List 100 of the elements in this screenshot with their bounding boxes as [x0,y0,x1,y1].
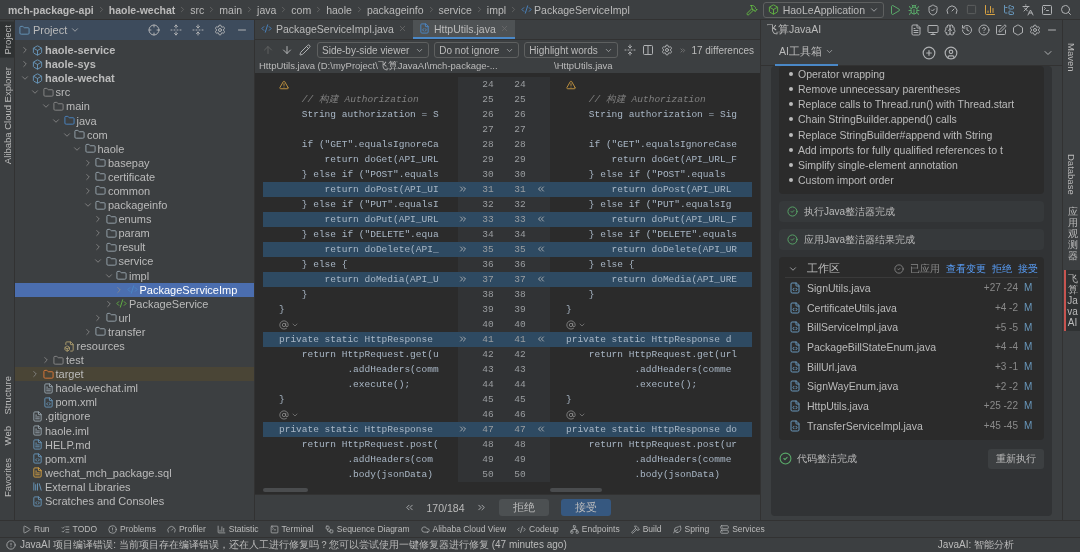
workspace-link[interactable]: 查看变更 [946,261,986,276]
breadcrumb-item[interactable]: com [291,3,312,16]
expand-all-button[interactable] [168,22,184,38]
status-ai-label[interactable]: JavaAI: 智能分析 [937,538,1014,552]
tool-window-tab[interactable]: Structure [0,372,14,418]
brain-icon[interactable] [944,24,956,36]
tree-item[interactable]: wechat_mch_package.sql [15,465,254,480]
tool-window-button[interactable]: Terminal [269,524,314,534]
add-icon[interactable] [921,45,936,60]
help-icon[interactable] [978,24,990,36]
chevrons-right-icon[interactable] [458,183,468,194]
breadcrumb-item[interactable]: mch-package-api [8,3,94,16]
chevrons-right-icon[interactable] [458,333,468,344]
edit-icon[interactable] [995,24,1007,36]
tree-item[interactable]: target [15,367,254,382]
tool-window-tab[interactable]: 应用观测器 [1063,203,1080,265]
tree-item[interactable]: enums [15,212,254,227]
tool-window-button[interactable]: Sequence Diagram [324,524,410,534]
tree-item[interactable]: haole-sys [15,57,254,72]
tree-item[interactable]: resources [15,338,254,354]
tool-window-button[interactable]: Alibaba Cloud View [420,524,507,534]
file-name[interactable]: PackageBillStateEnum.java [807,340,989,353]
tool-window-button[interactable]: Endpoints [569,524,620,534]
tool-window-button[interactable]: Build [630,524,662,534]
breadcrumb-item[interactable]: haole [326,3,352,16]
tool-window-button[interactable]: Codeup [517,524,559,534]
edit-button[interactable] [298,42,312,58]
file-name[interactable]: TransferServiceImpl.java [807,419,978,432]
history-icon[interactable] [961,24,973,36]
breadcrumb-item[interactable]: src [190,3,205,16]
breadcrumb-item[interactable]: packageinfo [366,3,424,16]
editor-tab[interactable]: PackageServiceImpl.java [255,20,413,39]
file-name[interactable]: CertificateUtils.java [807,301,989,314]
reject-button[interactable]: 拒绝 [499,499,550,516]
tree-item[interactable]: haole.iml [15,423,254,438]
settings-button[interactable] [660,42,674,58]
tree-item[interactable]: param [15,226,254,241]
tree-item[interactable]: pom.xml [15,395,254,410]
tree-item[interactable]: common [15,183,254,199]
tool-window-button[interactable]: Services [720,524,765,534]
scrollbar[interactable] [263,488,308,492]
tool-window-button[interactable]: Profiler [166,524,206,534]
tree-item[interactable]: Scratches and Consoles [15,494,254,509]
tree-item[interactable]: pom.xml [15,451,254,466]
breadcrumb-item[interactable]: haole-wechat [108,3,176,16]
tool-window-button[interactable]: TODO [60,524,97,534]
chevrons-left-icon[interactable] [536,423,546,434]
chevrons-right-icon[interactable] [458,243,468,254]
tree-item[interactable]: java [15,113,254,128]
file-name[interactable]: SignUtils.java [807,281,978,294]
tree-item[interactable]: service [15,254,254,269]
breadcrumb-item[interactable]: main [219,3,243,16]
tool-window-tab[interactable]: Alibaba Cloud Explorer [0,63,14,167]
tool-window-tab[interactable]: Favorites [0,454,14,500]
tree-item[interactable]: haole-wechat.iml [15,381,254,396]
tree-item[interactable]: main [15,99,254,114]
breadcrumb-item[interactable]: impl [486,3,507,16]
tree-item[interactable]: External Libraries [15,479,254,494]
tree-item[interactable]: certificate [15,169,254,184]
tool-window-button[interactable]: Statistic [216,524,259,534]
editor-tab[interactable]: HttpUtils.java [412,20,515,39]
file-name[interactable]: HttpUtils.java [807,399,978,412]
tree-item[interactable]: result [15,240,254,255]
locate-button[interactable] [146,22,162,38]
tree-item[interactable]: PackageService [15,296,254,311]
accept-button[interactable]: 接受 [561,499,612,516]
chevrons-left-icon[interactable] [536,273,546,284]
workspace-link[interactable]: 接受 [1018,261,1038,276]
tree-item[interactable]: basepay [15,155,254,170]
tree-item[interactable]: transfer [15,324,254,339]
chevrons-left-icon[interactable] [536,213,546,224]
run-config-dropdown[interactable]: HaoLeApplication [762,1,884,18]
settings-button[interactable] [212,22,228,38]
monitor-icon[interactable] [927,24,939,36]
tool-window-tab[interactable]: Project [0,22,14,58]
chevrons-left-icon[interactable] [536,183,546,194]
avatar-icon[interactable] [943,45,958,60]
tree-item[interactable]: HELP.md [15,437,254,452]
tree-item[interactable]: test [15,353,254,368]
tool-window-button[interactable]: Run [22,524,50,534]
coverage-button[interactable] [925,1,941,18]
ignore-dropdown[interactable]: Do not ignore [434,42,520,58]
tool-window-tab[interactable]: 飞算JavaAI [1063,270,1080,332]
chevrons-left-icon[interactable] [536,333,546,344]
tool-window-tab[interactable]: Web [0,423,14,449]
project-view-dropdown[interactable]: Project [19,24,81,36]
viewer-dropdown[interactable]: Side-by-side viewer [317,42,430,58]
tool-window-tab[interactable]: Maven [1064,40,1079,75]
chevrons-left-icon[interactable] [403,502,415,513]
tree-item[interactable]: haole-service [15,43,254,58]
tree-item[interactable]: .gitignore [15,409,254,424]
hexagon-icon[interactable] [1012,24,1024,36]
breadcrumb-item[interactable]: PackageServiceImpl [521,3,630,16]
chevrons-left-icon[interactable] [536,243,546,254]
chevrons-right-icon[interactable] [476,502,488,513]
breadcrumb-item[interactable]: service [438,3,472,16]
tool-window-button[interactable]: Spring [672,524,710,534]
tool-window-button[interactable]: Problems [108,524,156,534]
file-name[interactable]: SignWayEnum.java [807,380,989,393]
tree-item[interactable]: haole-wechat [15,71,254,86]
